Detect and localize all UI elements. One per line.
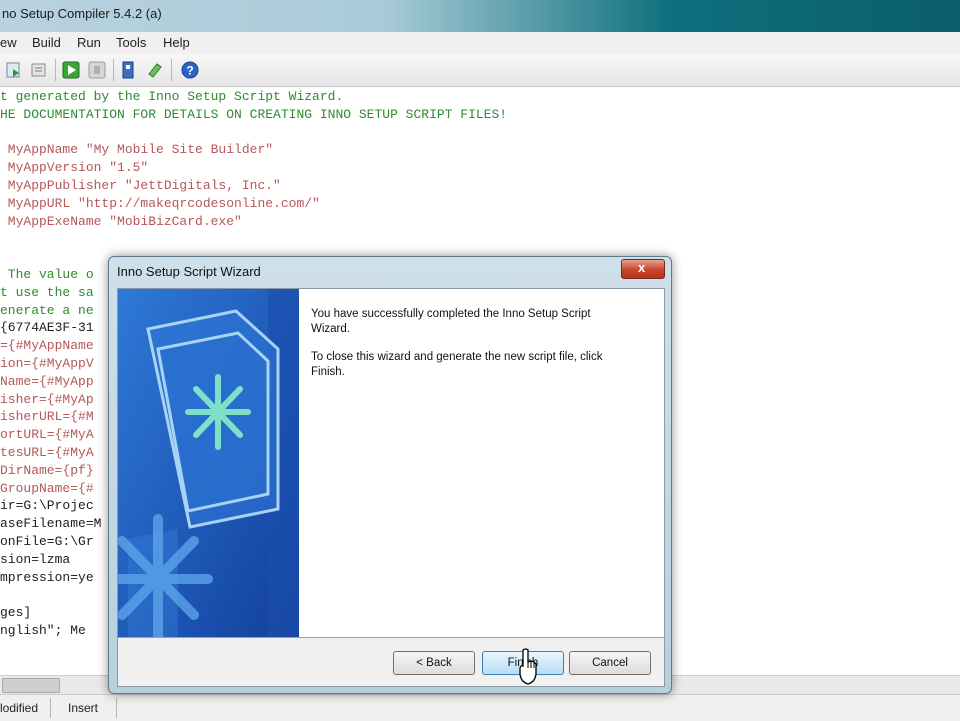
menu-bar: ew Build Run Tools Help <box>0 32 960 54</box>
menu-tools[interactable]: Tools <box>116 35 146 50</box>
toolbar: ? <box>0 54 960 87</box>
compile-icon[interactable] <box>4 60 24 80</box>
wizard-content: You have successfully completed the Inno… <box>299 289 664 637</box>
scrollbar-thumb[interactable] <box>2 678 60 693</box>
code-line: tesURL={#MyA <box>0 445 94 460</box>
code-line: enerate a ne <box>0 302 94 318</box>
code-line: ortURL={#MyA <box>0 427 94 443</box>
dialog-close-button[interactable]: x <box>621 259 665 279</box>
code-line: mpression=ye <box>0 569 94 585</box>
code-line: MyAppName "My Mobile Site Builder" <box>0 142 274 158</box>
menu-help[interactable]: Help <box>163 35 190 50</box>
hand-cursor-icon <box>519 648 537 685</box>
status-modified: lodified <box>0 701 39 715</box>
code-line: DirName={pf} <box>0 462 94 478</box>
menu-view[interactable]: ew <box>0 35 17 50</box>
dialog-body: You have successfully completed the Inno… <box>117 288 665 687</box>
help-icon[interactable]: ? <box>180 60 200 80</box>
finish-instruction: To close this wizard and generate the ne… <box>311 351 603 378</box>
stop-icon[interactable] <box>87 60 107 80</box>
code-line: isherURL={#M <box>0 409 94 425</box>
wizard-banner-icon <box>118 289 299 637</box>
svg-text:?: ? <box>186 64 193 78</box>
wizard-banner-image <box>118 289 299 637</box>
dialog-divider <box>118 637 664 638</box>
code-line: {6774AE3F-31 <box>0 320 94 336</box>
completion-message: You have successfully completed the Inno… <box>311 308 591 335</box>
code-line: MyAppVersion "1.5" <box>0 160 149 176</box>
code-line: GroupName={# <box>0 480 94 496</box>
code-line: onFile=G:\Gr <box>0 534 94 549</box>
code-line: MyAppPublisher "JettDigitals, Inc." <box>0 178 281 193</box>
dialog-title: Inno Setup Script Wizard <box>117 264 261 279</box>
close-icon: x <box>638 260 646 275</box>
code-line: sion=lzma <box>0 551 71 567</box>
code-line: MyAppExeName "MobiBizCard.exe" <box>0 213 242 229</box>
code-line: t use the sa <box>0 284 94 300</box>
title-bar: no Setup Compiler 5.4.2 (a) <box>0 0 960 32</box>
menu-run[interactable]: Run <box>77 35 101 50</box>
window-title: no Setup Compiler 5.4.2 (a) <box>2 6 162 21</box>
code-line: t generated by the Inno Setup Script Wiz… <box>0 89 344 104</box>
wizard-dialog: Inno Setup Script Wizard x You have succ… <box>108 256 672 694</box>
code-line: aseFilename=M <box>0 516 102 532</box>
code-line: nglish"; Me <box>0 623 86 638</box>
code-line: isher={#MyAp <box>0 391 94 407</box>
code-line: ion={#MyAppV <box>0 356 94 371</box>
status-insert-mode: Insert <box>68 701 99 715</box>
menu-build[interactable]: Build <box>32 35 61 50</box>
code-line: ={#MyAppName <box>0 338 94 354</box>
script-icon[interactable] <box>145 60 165 80</box>
code-line: Name={#MyApp <box>0 373 94 389</box>
code-line: ges] <box>0 605 32 621</box>
cancel-button[interactable]: Cancel <box>569 651 651 675</box>
code-line: HE DOCUMENTATION FOR DETAILS ON CREATING… <box>0 106 508 122</box>
new-icon[interactable] <box>29 60 49 80</box>
wizard-icon[interactable] <box>119 60 139 80</box>
code-line: MyAppURL "http://makeqrcodesonline.com/" <box>0 195 320 211</box>
back-button[interactable]: < Back <box>393 651 475 675</box>
status-bar: lodified Insert <box>0 694 960 721</box>
run-icon[interactable] <box>61 60 81 80</box>
